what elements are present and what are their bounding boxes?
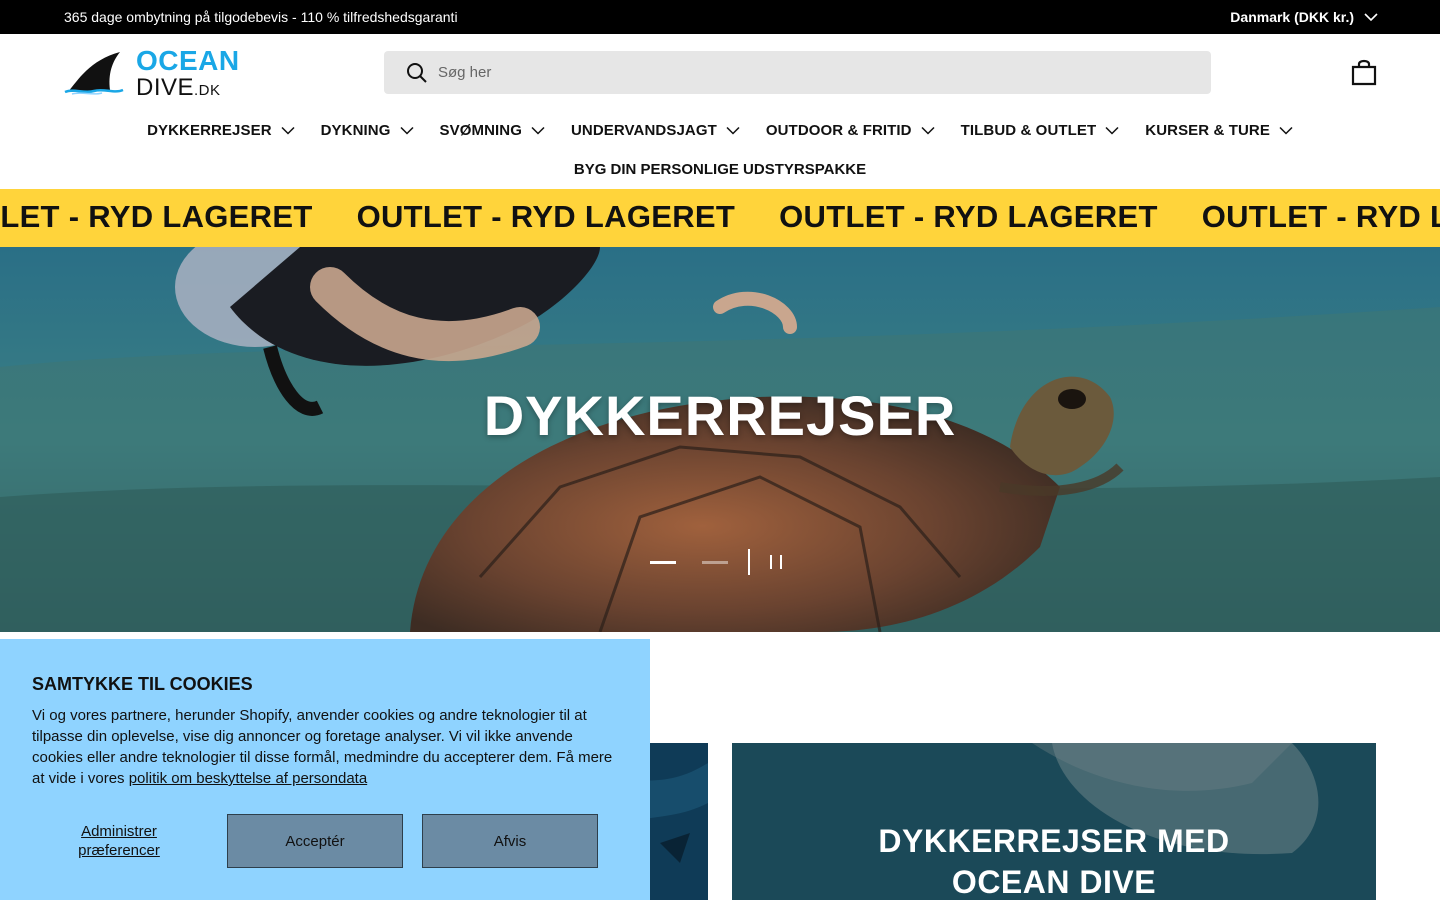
chevron-down-icon: [921, 126, 935, 135]
slide-dot-1[interactable]: [650, 560, 676, 564]
chevron-down-icon: [281, 126, 295, 135]
hero-slideshow: DYKKERREJSER: [0, 247, 1440, 632]
site-header: OCEAN DIVE.DK DYKKERREJSER DYKNING SVØMN…: [0, 34, 1440, 189]
site-logo[interactable]: OCEAN DIVE.DK: [64, 44, 269, 99]
nav-item-kurser-ture[interactable]: KURSER & TURE: [1145, 118, 1293, 142]
logo-word-dive: DIVE.DK: [136, 73, 221, 101]
country-label: Danmark (DKK kr.): [1230, 9, 1354, 25]
nav-item-outdoor-fritid[interactable]: OUTDOOR & FRITID: [766, 118, 935, 142]
privacy-policy-link[interactable]: politik om beskyttelse af persondata: [129, 770, 367, 787]
promo-marquee[interactable]: OUTLET - RYD LAGERET OUTLET - RYD LAGERE…: [0, 189, 1440, 247]
shopping-bag-icon[interactable]: [1351, 58, 1377, 86]
slideshow-controls: [650, 549, 782, 575]
chevron-down-icon: [399, 126, 414, 135]
nav-item-svomning[interactable]: SVØMNING: [440, 118, 545, 142]
chevron-down-icon: [1279, 126, 1293, 135]
marquee-text: OUTLET - RYD LAGERET: [1201, 199, 1440, 234]
search-bar: [384, 51, 1211, 94]
nav-item-dykning[interactable]: DYKNING: [321, 118, 414, 142]
search-input[interactable]: [438, 51, 1198, 94]
chevron-down-icon: [1105, 126, 1119, 135]
announcement-bar: 365 dage ombytning på tilgodebevis - 110…: [0, 0, 1440, 34]
logo-word-ocean: OCEAN: [136, 44, 240, 76]
controls-divider: [748, 549, 750, 575]
card-title: DYKKERREJSER MED OCEAN DIVE: [878, 823, 1230, 900]
cookie-consent-banner: SAMTYKKE TIL COOKIES Vi og vores partner…: [0, 639, 650, 900]
slide-dot-2[interactable]: [702, 560, 728, 564]
nav-item-tilbud-outlet[interactable]: TILBUD & OUTLET: [961, 118, 1120, 142]
nav-item-undervandsjagt[interactable]: UNDERVANDSJAGT: [571, 118, 740, 142]
chevron-down-icon: [531, 126, 545, 135]
cookie-body: Vi og vores partnere, herunder Shopify, …: [32, 707, 613, 787]
nav-item-udstyrspakke[interactable]: BYG DIN PERSONLIGE UDSTYRSPAKKE: [0, 161, 1440, 178]
collection-card-dykkerrejser[interactable]: DYKKERREJSER MED OCEAN DIVE: [732, 743, 1376, 900]
pause-icon[interactable]: [770, 555, 782, 569]
manage-preferences-link[interactable]: Administrer præferencer: [60, 822, 178, 860]
main-navigation: DYKKERREJSER DYKNING SVØMNING UNDERVANDS…: [0, 118, 1440, 142]
country-selector[interactable]: Danmark (DKK kr.): [1230, 9, 1378, 25]
shark-fin-logo-icon: [64, 52, 124, 95]
marquee-text: OUTLET - RYD LAGERET: [356, 199, 736, 234]
nav-item-dykkerrejser[interactable]: DYKKERREJSER: [147, 118, 295, 142]
chevron-down-icon: [1364, 13, 1378, 22]
accept-button[interactable]: Acceptér: [227, 814, 403, 868]
announcement-message: 365 dage ombytning på tilgodebevis - 110…: [64, 9, 458, 25]
reject-button[interactable]: Afvis: [422, 814, 598, 868]
search-icon[interactable]: [406, 62, 428, 84]
marquee-text: OUTLET - RYD LAGERET: [779, 199, 1158, 234]
cookie-title: SAMTYKKE TIL COOKIES: [32, 674, 253, 694]
hero-title: DYKKERREJSER: [483, 384, 957, 447]
chevron-down-icon: [726, 126, 740, 135]
marquee-text: OUTLET - RYD LAGERET: [0, 199, 313, 234]
